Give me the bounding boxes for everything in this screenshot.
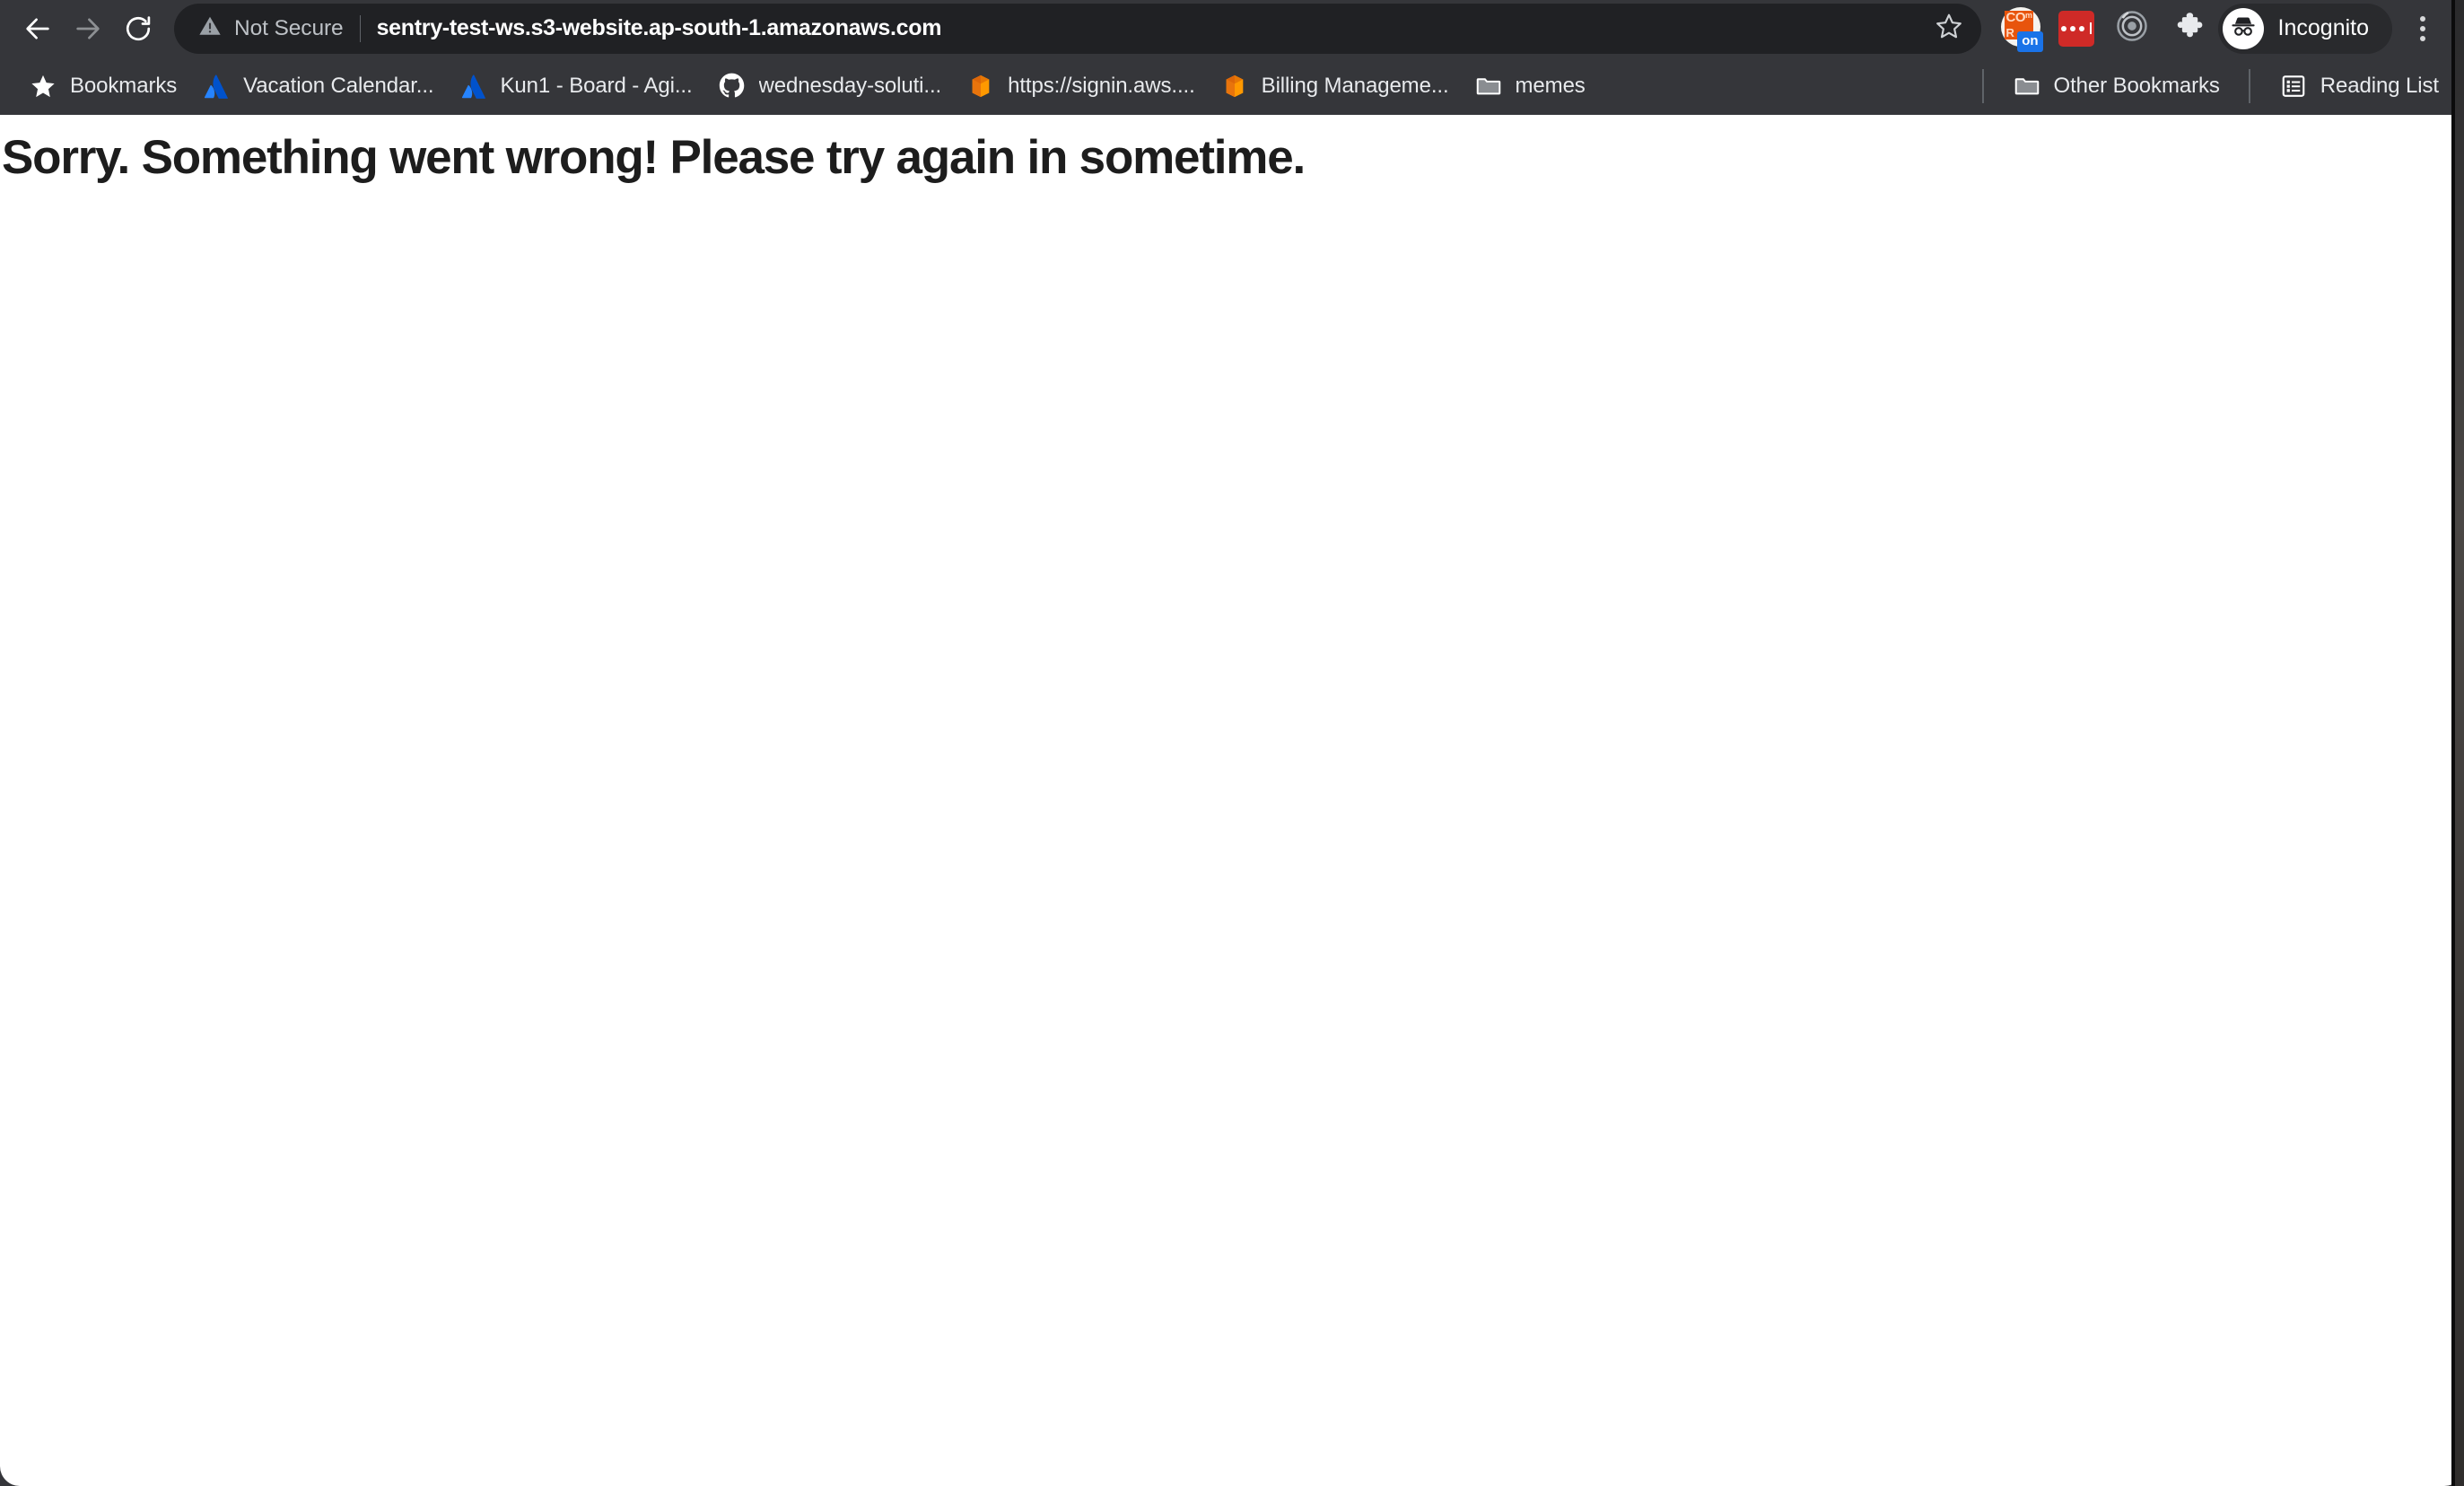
toolbar-actions: CO m R on: [1996, 4, 2213, 54]
back-button[interactable]: [13, 4, 63, 54]
password-dots-icon: [2058, 10, 2094, 47]
bookmark-label: Reading List: [2320, 73, 2439, 98]
site-security-chip[interactable]: Not Secure: [197, 13, 344, 43]
bookmark-star-button[interactable]: [1926, 5, 1972, 52]
bookmark-label: Other Bookmarks: [2053, 73, 2220, 98]
extension-comr-button[interactable]: CO m R on: [1996, 4, 2046, 54]
bookmark-folder-other-bookmarks[interactable]: Other Bookmarks: [2000, 66, 2232, 107]
bookmark-label: https://signin.aws....: [1008, 73, 1195, 98]
bookmarks-list: Bookmarks Vacation Calendar... Kun1 - Bo…: [16, 66, 1966, 107]
bookmark-item-kun1-board[interactable]: Kun1 - Board - Agi...: [447, 66, 705, 107]
profile-incognito-button[interactable]: Incognito: [2217, 3, 2392, 54]
aws-cube-icon: [966, 72, 995, 101]
bookmark-label: memes: [1515, 73, 1586, 98]
star-filled-icon: [29, 72, 57, 101]
bookmark-item-vacation-calendar[interactable]: Vacation Calendar...: [189, 66, 446, 107]
comr-label-top: CO: [2005, 9, 2026, 25]
comr-on-badge: on: [2017, 31, 2043, 52]
bookmark-item-aws-signin[interactable]: https://signin.aws....: [954, 66, 1208, 107]
bookmark-label: wednesday-soluti...: [758, 73, 942, 98]
reading-list-button[interactable]: Reading List: [2267, 66, 2451, 107]
bookmarks-divider: [1981, 68, 1984, 103]
bookmark-folder-memes[interactable]: memes: [1462, 66, 1598, 107]
arrow-right-icon: [73, 13, 103, 44]
bookmark-item-billing-management[interactable]: Billing Manageme...: [1208, 66, 1462, 107]
page-content: Sorry. Something went wrong! Please try …: [0, 115, 2464, 186]
puzzle-piece-icon: [2171, 10, 2204, 47]
star-outline-icon: [1935, 12, 1963, 45]
browser-window: Not Secure sentry-test-ws.s3-website.ap-…: [0, 0, 2464, 1486]
three-dot-vertical-icon: [2420, 15, 2425, 22]
reading-list-icon: [2279, 72, 2308, 101]
bookmark-item-bookmarks[interactable]: Bookmarks: [16, 66, 189, 107]
extension-target-button[interactable]: [2107, 4, 2157, 54]
comr-extension-icon: CO m R on: [1999, 6, 2043, 52]
not-secure-label: Not Secure: [234, 15, 344, 40]
folder-icon: [1474, 72, 1503, 101]
bookmark-label: Kun1 - Board - Agi...: [500, 73, 693, 98]
atlassian-icon: [202, 72, 231, 101]
folder-icon: [2013, 72, 2041, 101]
atlassian-icon: [459, 72, 488, 101]
desktop-background-edge: [2455, 0, 2464, 1486]
browser-toolbar: Not Secure sentry-test-ws.s3-website.ap-…: [0, 0, 2464, 57]
bookmark-label: Vacation Calendar...: [243, 73, 434, 98]
bookmarks-bar: Bookmarks Vacation Calendar... Kun1 - Bo…: [0, 57, 2464, 115]
aws-cube-icon: [1220, 72, 1249, 101]
comr-label-sup: m: [2025, 10, 2033, 20]
bookmarks-bar-right: Other Bookmarks Reading List: [1966, 66, 2451, 107]
profile-label: Incognito: [2277, 15, 2369, 40]
target-circle-icon: [2114, 8, 2150, 48]
omnibox-divider: [359, 14, 361, 42]
bookmark-label: Billing Manageme...: [1261, 73, 1449, 98]
reload-button[interactable]: [113, 4, 163, 54]
warning-triangle-icon: [197, 13, 223, 43]
reading-list-divider: [2248, 68, 2250, 103]
avatar: [2222, 7, 2264, 49]
arrow-left-icon: [22, 13, 53, 44]
address-bar[interactable]: Not Secure sentry-test-ws.s3-website.ap-…: [174, 3, 1981, 54]
url-text[interactable]: sentry-test-ws.s3-website.ap-south-1.ama…: [377, 15, 1918, 41]
incognito-hat-icon: [2228, 11, 2259, 46]
bookmark-item-wednesday-solutions[interactable]: wednesday-soluti...: [705, 66, 955, 107]
github-icon: [718, 72, 747, 101]
chrome-menu-button[interactable]: [2398, 4, 2448, 54]
extension-password-button[interactable]: [2051, 4, 2101, 54]
extensions-menu-button[interactable]: [2163, 4, 2213, 54]
bookmark-label: Bookmarks: [70, 73, 178, 98]
forward-button[interactable]: [63, 4, 113, 54]
page-title: Sorry. Something went wrong! Please try …: [2, 131, 1306, 184]
page-viewport: Sorry. Something went wrong! Please try …: [0, 115, 2464, 1486]
reload-icon: [123, 13, 153, 44]
comr-label-bottom: R: [2005, 25, 2014, 39]
